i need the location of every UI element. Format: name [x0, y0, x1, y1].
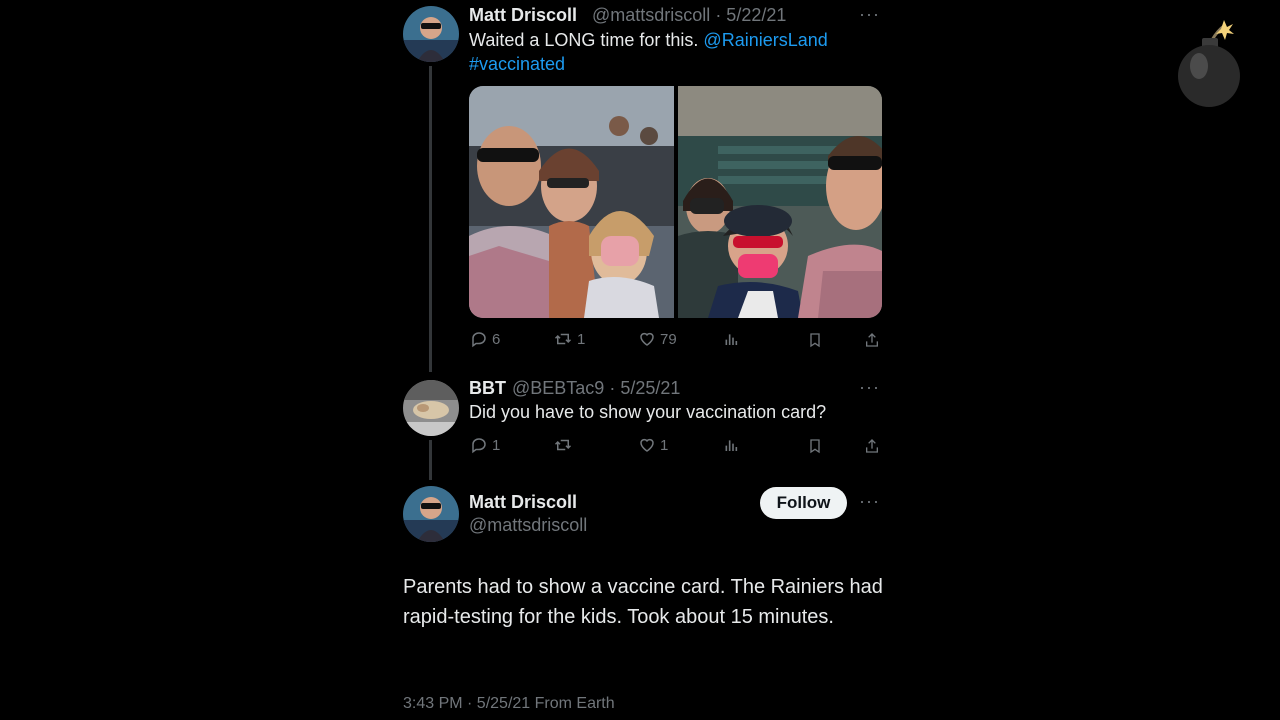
mention-link[interactable]: @RainiersLand — [703, 30, 827, 50]
reply-icon — [472, 438, 486, 454]
share-button[interactable] — [864, 331, 880, 349]
reply-count: 6 — [492, 330, 501, 348]
author-handle[interactable]: @mattsdriscoll — [469, 515, 587, 536]
share-icon — [866, 439, 878, 453]
like-count: 1 — [660, 436, 669, 454]
reply-button[interactable]: 1 — [470, 436, 500, 454]
bookmark-button[interactable] — [807, 437, 823, 455]
author-name[interactable]: Matt Driscoll — [469, 5, 577, 26]
bookmark-button[interactable] — [807, 331, 823, 349]
tweet-text: Did you have to show your vaccination ca… — [469, 402, 827, 422]
more-options-button[interactable]: ··· — [859, 377, 880, 398]
share-icon — [866, 333, 878, 347]
retweet-icon — [554, 439, 572, 451]
like-count: 79 — [660, 330, 677, 348]
retweet-button[interactable]: 1 — [553, 330, 585, 348]
views-button[interactable] — [723, 437, 739, 453]
tweet-photo-1[interactable] — [469, 86, 674, 318]
reply-icon — [472, 332, 486, 348]
thread-line-1 — [429, 66, 432, 372]
retweet-icon — [554, 333, 572, 345]
reply-button[interactable]: 6 — [470, 330, 500, 348]
author-handle[interactable]: @BEBTac9 — [512, 378, 604, 398]
views-icon — [725, 334, 738, 345]
like-icon — [640, 438, 654, 452]
author-name[interactable]: Matt Driscoll — [469, 492, 577, 513]
tweet-text: Waited a LONG time for this. @RainiersLa… — [469, 30, 828, 51]
author-name[interactable]: BBT — [469, 378, 506, 399]
tweet-text-plain: Waited a LONG time for this. — [469, 30, 699, 50]
like-button[interactable]: 79 — [638, 330, 677, 348]
avatar[interactable] — [403, 6, 459, 62]
tweet-photo-2[interactable] — [678, 86, 882, 318]
views-icon — [725, 440, 738, 451]
avatar[interactable] — [403, 380, 459, 436]
hashtag-link[interactable]: #vaccinated — [469, 54, 565, 75]
author-handle[interactable]: @mattsdriscoll — [592, 5, 710, 25]
more-options-button[interactable]: ··· — [859, 491, 880, 512]
share-button[interactable] — [864, 437, 880, 455]
author-handle-date[interactable]: @mattsdriscoll · 5/22/21 — [592, 5, 786, 26]
bomb-icon — [1172, 18, 1244, 112]
more-options-button[interactable]: ··· — [859, 4, 880, 25]
follow-button[interactable]: Follow — [760, 487, 847, 519]
reply-count: 1 — [492, 436, 501, 454]
author-handle-date[interactable]: @BEBTac9 · 5/25/21 — [512, 378, 680, 399]
tweet-date[interactable]: · 5/25/21 — [609, 378, 680, 398]
thread-line-2 — [429, 440, 432, 480]
like-button[interactable]: 1 — [638, 436, 668, 454]
tweet-date[interactable]: · 5/22/21 — [715, 5, 786, 25]
like-icon — [640, 332, 654, 346]
tweet-timestamp[interactable]: 3:43 PM · 5/25/21 From Earth — [403, 695, 615, 713]
tweet-text: Parents had to show a vaccine card. The … — [403, 576, 883, 628]
bookmark-icon — [810, 439, 820, 454]
avatar[interactable] — [403, 486, 459, 542]
views-button[interactable] — [723, 331, 739, 347]
retweet-count: 1 — [577, 330, 586, 348]
retweet-button[interactable] — [553, 436, 573, 454]
bookmark-icon — [810, 333, 820, 348]
